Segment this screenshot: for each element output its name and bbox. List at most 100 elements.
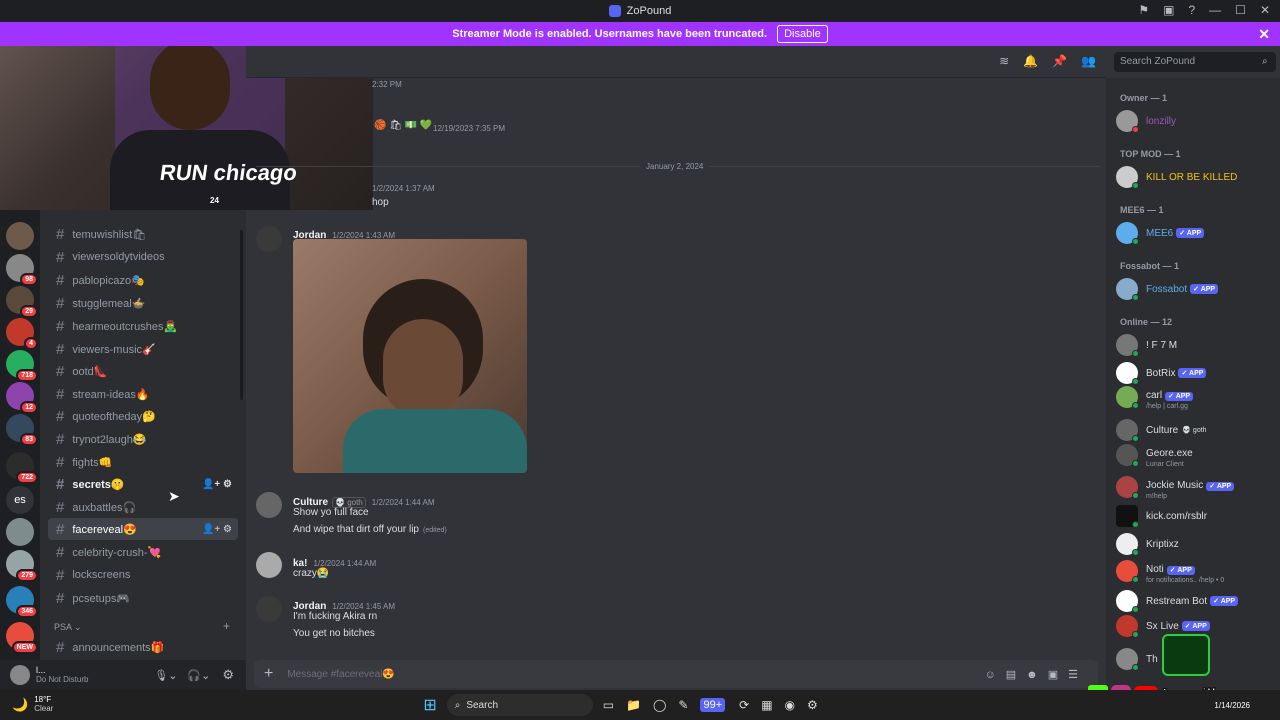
channel-label: announcements🎁 <box>72 641 165 654</box>
server-item[interactable]: 722 <box>6 452 38 484</box>
reactions[interactable]: 🏀 🛍 💵 💚 <box>374 120 432 131</box>
channel-item[interactable]: # viewers-music🎸 <box>48 338 238 360</box>
channel-item-selected[interactable]: # facereveal😍 👤+ ⚙ <box>48 518 238 540</box>
invite-settings-icons[interactable]: 👤+ ⚙ <box>202 479 232 490</box>
avatar <box>1116 590 1139 613</box>
channel-item[interactable]: # pablopicazo🎭 <box>48 269 238 291</box>
server-item[interactable]: 83 <box>6 414 38 446</box>
add-channel-icon[interactable]: + <box>223 619 230 633</box>
member-name: Kriptixz <box>1146 538 1179 550</box>
weather-icon[interactable]: 🌙 <box>12 697 28 713</box>
minimize-icon[interactable]: — <box>1209 3 1221 17</box>
server-item[interactable]: NEW <box>6 622 38 654</box>
channel-item[interactable]: # fights👊 <box>48 451 238 473</box>
discord-taskbar-icon[interactable]: 99+ <box>700 698 726 712</box>
close-banner-icon[interactable]: ✕ <box>1258 26 1270 43</box>
channel-item[interactable]: # auxbattles🎧 <box>48 496 238 518</box>
member-item[interactable]: BotRix ✓ APP <box>1116 360 1276 386</box>
attach-plus-icon[interactable]: + <box>264 665 273 683</box>
avatar[interactable] <box>256 226 282 252</box>
avatar[interactable] <box>10 665 30 685</box>
channel-item[interactable]: # stugglemeal🍲 <box>48 292 238 314</box>
channel-item[interactable]: # quoteoftheday🤔 <box>48 405 238 427</box>
help-icon[interactable]: ? <box>1188 3 1195 17</box>
settings-gear-icon[interactable]: ⚙ <box>222 667 234 683</box>
member-activity: Lunar Client <box>1146 460 1184 468</box>
server-item[interactable] <box>6 222 34 250</box>
message-composer[interactable]: + Message #facereveal😍 ☺▤☻▣☰ <box>254 660 1098 688</box>
windows-start-icon[interactable]: ⊞ <box>423 695 436 715</box>
member-item[interactable]: Jockie Music ✓ APP m!help <box>1116 474 1276 500</box>
channel-item[interactable]: # trynot2laugh😂 <box>48 428 238 450</box>
member-item[interactable]: lonzilly <box>1116 108 1276 134</box>
member-item[interactable]: MEE6 ✓ APP <box>1116 220 1276 246</box>
channel-label: stream-ideas🔥 <box>72 388 150 401</box>
inbox-flag-icon[interactable]: ⚑ <box>1138 3 1149 17</box>
server-item[interactable]: 98 <box>6 254 38 286</box>
pin-icon[interactable]: 📌 <box>1052 54 1067 68</box>
image-attachment[interactable] <box>293 239 527 473</box>
mic-icon[interactable]: 🎙⌄ <box>154 669 177 682</box>
channel-item[interactable]: # temuwishlist🛍 <box>48 223 238 245</box>
taskbar-search[interactable]: ⌕ Search <box>446 694 593 716</box>
server-item[interactable]: 29 <box>6 286 38 318</box>
category-header[interactable]: PSA ⌄ <box>54 622 82 633</box>
sidebar-scrollbar[interactable] <box>240 230 243 400</box>
server-item[interactable]: es <box>6 486 34 514</box>
hash-icon: # <box>56 475 65 493</box>
server-item[interactable]: 279 <box>6 550 38 582</box>
streamer-avatar-widget <box>1162 634 1210 676</box>
app-badge: APP <box>1192 623 1207 630</box>
channel-label: pablopicazo🎭 <box>72 274 145 287</box>
channel-item[interactable]: # stream-ideas🔥 <box>48 383 238 405</box>
server-item[interactable]: 718 <box>6 350 38 382</box>
weather-desc: Clear <box>34 704 54 713</box>
channel-item[interactable]: # lockscreens <box>48 564 238 586</box>
threads-icon[interactable]: ≋ <box>999 54 1009 68</box>
server-item[interactable]: 12 <box>6 382 38 414</box>
members-icon[interactable]: 👥 <box>1081 54 1096 68</box>
message-time: 1/2/2024 1:44 AM <box>371 498 435 507</box>
channel-item-secrets[interactable]: # secrets🤫 👤+ ⚙ <box>48 473 238 495</box>
hash-icon: # <box>56 430 65 448</box>
member-item[interactable]: KILL OR BE KILLED <box>1116 164 1276 190</box>
taskbar-app-icons-2[interactable]: ⟳▦◉⚙ <box>739 698 830 712</box>
avatar <box>1116 419 1139 442</box>
member-item[interactable]: kick.com/rsblr <box>1116 503 1276 529</box>
member-item[interactable]: Fossabot ✓ APP <box>1116 276 1276 302</box>
invite-settings-icons[interactable]: 👤+ ⚙ <box>202 524 232 535</box>
close-window-icon[interactable]: ✕ <box>1260 3 1270 17</box>
member-item[interactable]: Restream Bot ✓ APP <box>1116 588 1276 614</box>
search-input[interactable]: Search ZoPound <box>1114 52 1276 72</box>
server-item[interactable] <box>6 518 34 546</box>
headphones-icon[interactable]: 🎧⌄ <box>187 669 210 682</box>
member-item[interactable]: ! F 7 M <box>1116 332 1276 358</box>
member-item[interactable]: carl ✓ APP/help | carl.gg <box>1116 384 1276 410</box>
discord-badge: 99+ <box>703 699 723 711</box>
hash-icon: # <box>56 385 65 403</box>
disable-button[interactable]: Disable <box>777 25 828 43</box>
channel-item[interactable]: # ootd👠 <box>48 360 238 382</box>
member-item[interactable]: Culture 💀 goth <box>1116 417 1276 443</box>
avatar[interactable] <box>256 492 282 518</box>
channel-item-announcements[interactable]: # announcements🎁 <box>48 636 238 658</box>
member-item[interactable]: Noti ✓ APP for notifications.. /help • 0 <box>1116 558 1276 584</box>
channel-item[interactable]: # hearmeoutcrushes🧟‍♂️ <box>48 315 238 337</box>
channel-item[interactable]: # celebrity-crush-💘 <box>48 541 238 563</box>
avatar[interactable] <box>256 596 282 622</box>
composer-tool-icons[interactable]: ☺▤☻▣☰ <box>985 668 1088 681</box>
server-item[interactable]: 346 <box>6 586 38 618</box>
server-item[interactable]: 4 <box>6 318 38 350</box>
notification-bell-icon[interactable]: 🔔 <box>1023 54 1038 68</box>
taskbar-app-icons[interactable]: ▭📁◯✎ <box>603 698 701 712</box>
member-item[interactable]: Kriptixz <box>1116 531 1276 557</box>
avatar[interactable] <box>256 552 282 578</box>
member-name: MEE6 <box>1146 227 1174 239</box>
maximize-icon[interactable]: ☐ <box>1235 3 1246 17</box>
user-status: Do Not Disturb <box>36 674 89 684</box>
member-item[interactable]: Geore.exe Lunar Client <box>1116 442 1276 468</box>
channel-label: viewers-music🎸 <box>72 343 156 356</box>
channel-item[interactable]: # pcsetups🎮 <box>48 587 238 609</box>
channel-item[interactable]: # viewersoldytvideos <box>48 246 238 268</box>
screen-icon[interactable]: ▣ <box>1163 3 1174 17</box>
